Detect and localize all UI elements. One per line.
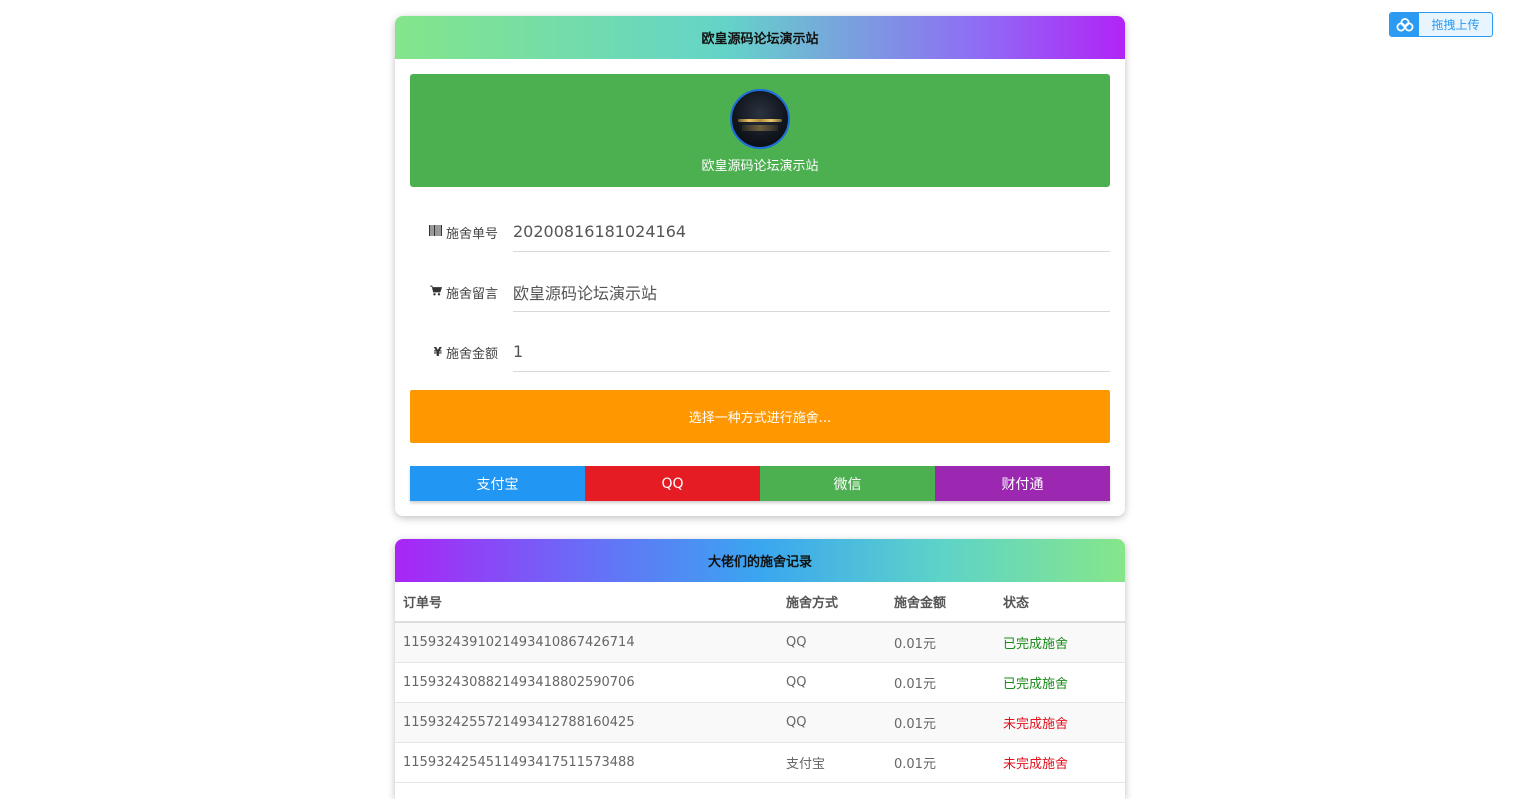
pay-method: QQ <box>778 622 886 663</box>
payment-method-bar: 支付宝 QQ 微信 财付通 <box>410 466 1110 501</box>
pay-amount: 0.01元 <box>886 662 995 703</box>
alipay-button[interactable]: 支付宝 <box>410 466 585 501</box>
banner-site-name: 欧皇源码论坛演示站 <box>701 159 819 174</box>
donation-records-card: 大佬们的施舍记录 订单号 施舍方式 施舍金额 状态 11593243910214… <box>395 539 1125 799</box>
column-header-order: 订单号 <box>395 582 778 623</box>
amount-input[interactable]: 1 <box>513 332 1110 372</box>
qq-pay-button[interactable]: QQ <box>585 466 760 501</box>
order-id: 115932439102149341086742671​4 <box>395 622 778 663</box>
cart-icon <box>429 285 443 299</box>
donation-card: 欧皇源码论坛演示站 欧皇源码论坛演示站 施舍单号 202008161810241… <box>395 16 1125 516</box>
table-header-row: 订单号 施舍方式 施舍金额 状态 <box>395 582 1125 623</box>
donation-card-title: 欧皇源码论坛演示站 <box>395 16 1125 59</box>
pay-method: QQ <box>778 702 886 743</box>
table-row: 115932430882149341880259070​6 QQ 0.01元 已… <box>395 662 1125 703</box>
pay-status: 已完成施舍 <box>995 662 1125 703</box>
site-banner: 欧皇源码论坛演示站 <box>410 74 1110 187</box>
pay-amount: 0.01元 <box>886 622 995 663</box>
pay-amount: 0.01元 <box>886 702 995 743</box>
amount-label: 施舍金额 <box>445 346 498 362</box>
table-row: 115932439102149341086742671​4 QQ 0.01元 已… <box>395 622 1125 663</box>
message-input[interactable]: 欧皇源码论坛演示站 <box>513 272 1110 312</box>
column-header-amount: 施舍金额 <box>886 582 995 623</box>
baidu-cloud-icon <box>1390 13 1419 36</box>
pay-method: QQ <box>778 662 886 703</box>
order-number-input[interactable]: 20200816181024164 <box>513 212 1110 252</box>
column-header-method: 施舍方式 <box>778 582 886 623</box>
pay-status: 已完成施舍 <box>995 622 1125 663</box>
yen-icon: ¥ <box>433 345 442 359</box>
table-row: 115932425572149341278816042​5 QQ 0.01元 未… <box>395 702 1125 743</box>
upload-label: 拖拽上传 <box>1431 18 1480 32</box>
order-id: 115932430882149341880259070​6 <box>395 662 778 703</box>
wechat-pay-button[interactable]: 微信 <box>760 466 935 501</box>
order-number-label: 施舍单号 <box>445 226 498 242</box>
message-label: 施舍留言 <box>445 286 498 302</box>
choose-method-button[interactable]: 选择一种方式进行施舍... <box>410 390 1110 443</box>
drag-upload-button[interactable]: 拖拽上传 <box>1389 12 1493 37</box>
order-id: 115932425572149341278816042​5 <box>395 702 778 743</box>
pay-status: 未完成施舍 <box>995 742 1125 783</box>
column-header-status: 状态 <box>995 582 1125 623</box>
pay-status: 未完成施舍 <box>995 702 1125 743</box>
amount-field: ¥ 施舍金额 1 <box>410 332 1110 372</box>
pay-amount: 0.01元 <box>886 742 995 783</box>
order-number-field: 施舍单号 20200816181024164 <box>410 212 1110 252</box>
records-title: 大佬们的施舍记录 <box>395 539 1125 582</box>
message-field: 施舍留言 欧皇源码论坛演示站 <box>410 272 1110 312</box>
avatar <box>730 89 790 149</box>
records-table: 订单号 施舍方式 施舍金额 状态 11593243910214934108674… <box>395 582 1125 783</box>
pay-method: 支付宝 <box>778 742 886 783</box>
order-id: 115932425451149341751157348​8 <box>395 742 778 783</box>
barcode-icon <box>428 225 442 239</box>
table-row: 115932425451149341751157348​8 支付宝 0.01元 … <box>395 742 1125 783</box>
tenpay-button[interactable]: 财付通 <box>935 466 1110 501</box>
